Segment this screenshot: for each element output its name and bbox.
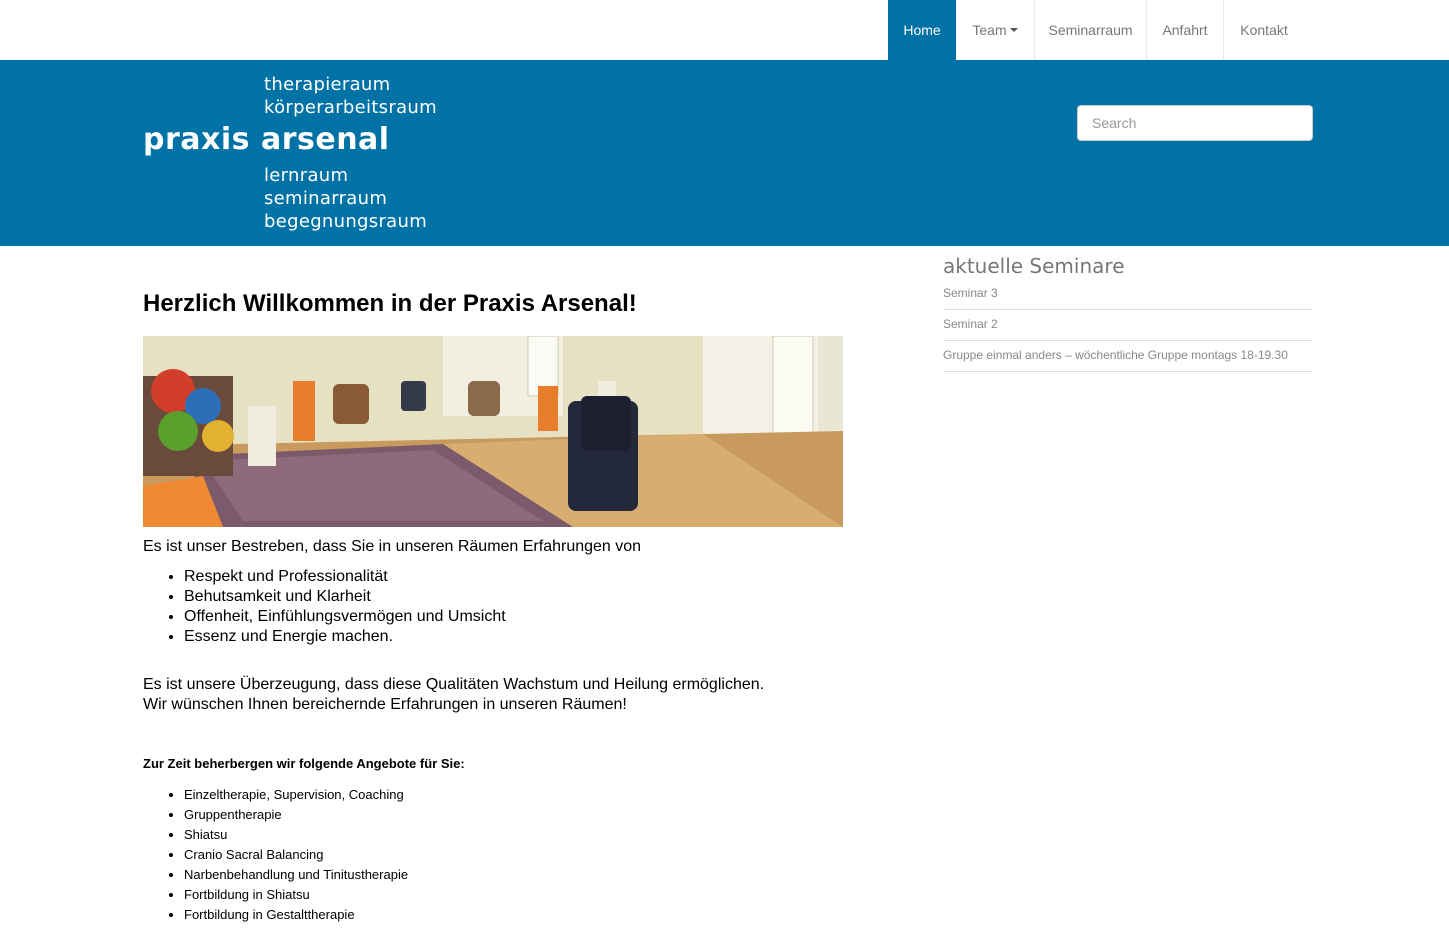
belief-text: Es ist unsere Überzeugung, dass diese Qu… [143,675,764,715]
nav-kontakt[interactable]: Kontakt [1224,0,1304,60]
nav-kontakt-label: Kontakt [1240,22,1288,38]
logo-brand-name: praxis arsenal [143,122,390,157]
room-panorama-image [143,336,843,527]
nav-team-dropdown[interactable]: Team [956,0,1035,60]
list-item: Einzeltherapie, Supervision, Coaching [184,785,408,805]
list-item: Behutsamkeit und Klarheit [184,587,506,607]
search-input[interactable] [1077,105,1313,141]
list-item: Gruppentherapie [184,805,408,825]
nav-seminarraum-label: Seminarraum [1048,22,1133,38]
logo-line-therapieraum: therapieraum [264,74,391,95]
belief-line-1: Es ist unsere Überzeugung, dass diese Qu… [143,676,765,693]
nav-anfahrt-label: Anfahrt [1162,22,1208,38]
nav-seminarraum[interactable]: Seminarraum [1035,0,1147,60]
list-item: Narbenbehandlung und Tinitustherapie [184,865,408,885]
top-navbar: Home Team Seminarraum Anfahrt Kontakt [0,0,1449,60]
intro-text: Es ist unser Bestreben, dass Sie in unse… [143,538,642,555]
logo-line-lernraum: lernraum [264,165,349,186]
list-item: Offenheit, Einfühlungsvermögen und Umsic… [184,607,506,627]
list-item: Shiatsu [184,825,408,845]
seminar-list: Seminar 3 Seminar 2 Gruppe einmal anders… [943,279,1313,372]
sidebar-item-seminar-2[interactable]: Seminar 2 [943,310,1313,341]
logo-line-begegnungsraum: begegnungsraum [264,211,428,232]
sidebar-item-gruppe[interactable]: Gruppe einmal anders – wöchentliche Grup… [943,341,1313,372]
list-item: Essenz und Energie machen. [184,627,506,647]
sidebar-item-seminar-3[interactable]: Seminar 3 [943,279,1313,310]
list-item: Fortbildung in Gestalttherapie [184,905,408,925]
list-item: Fortbildung in Shiatsu [184,885,408,905]
offers-heading: Zur Zeit beherbergen wir folgende Angebo… [143,756,465,771]
values-list: Respekt und Professionalität Behutsamkei… [143,567,506,647]
list-item: Cranio Sacral Balancing [184,845,408,865]
sidebar-title: aktuelle Seminare [943,254,1125,278]
page-title: Herzlich Willkommen in der Praxis Arsena… [143,290,637,317]
offers-list: Einzeltherapie, Supervision, Coaching Gr… [143,785,408,925]
main-menu: Home Team Seminarraum Anfahrt Kontakt [888,0,1304,60]
nav-team-label: Team [972,22,1007,38]
caret-down-icon [1009,28,1018,32]
belief-line-2: Wir wünschen Ihnen bereichernde Erfahrun… [143,696,627,713]
logo-line-koerperarbeitsraum: körperarbeitsraum [264,97,437,118]
header-banner: therapieraum körperarbeitsraum praxis ar… [0,60,1449,246]
nav-anfahrt[interactable]: Anfahrt [1147,0,1224,60]
nav-home-label: Home [903,22,941,38]
list-item: Respekt und Professionalität [184,567,506,587]
nav-home[interactable]: Home [888,0,956,60]
logo-line-seminarraum: seminarraum [264,188,388,209]
